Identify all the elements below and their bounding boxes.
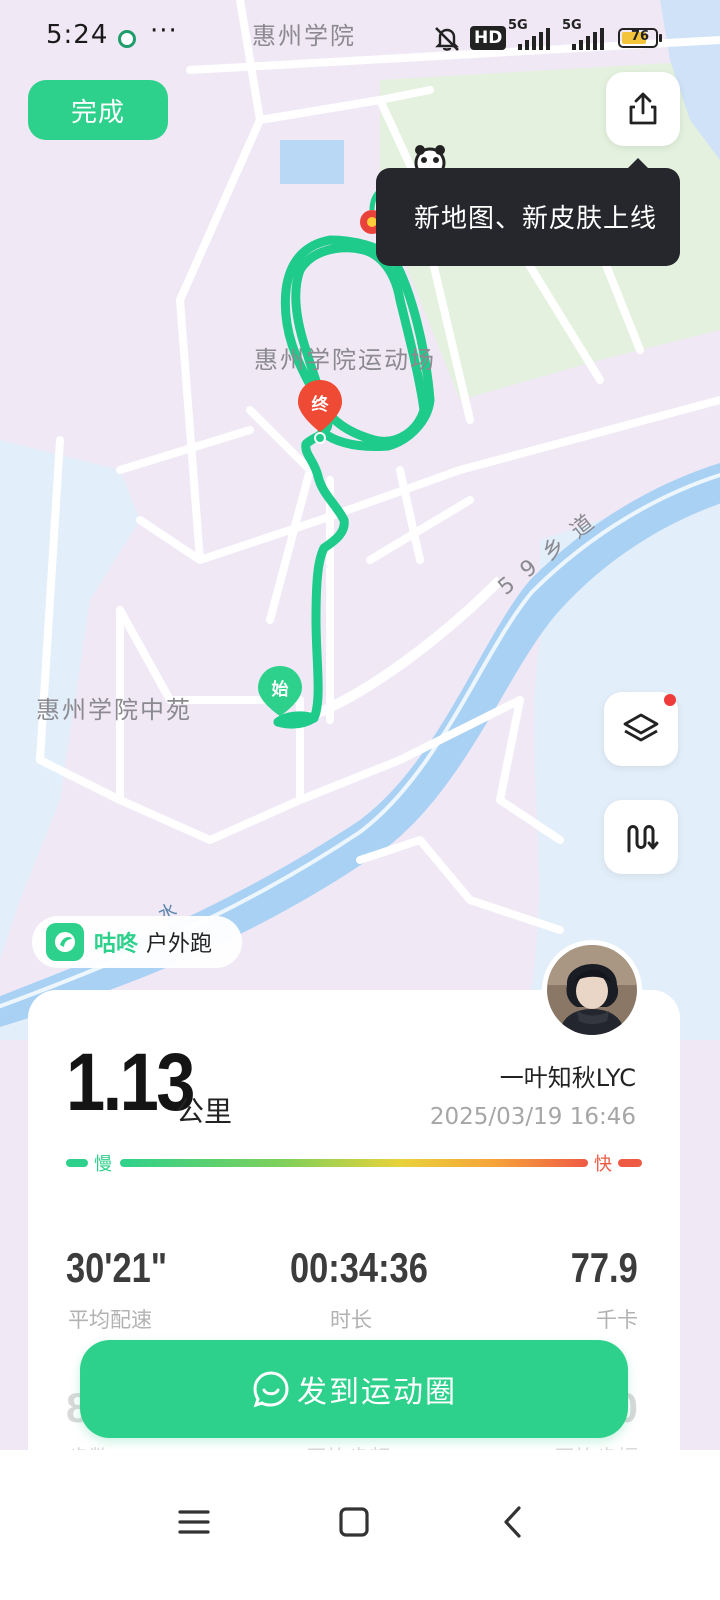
- mute-bell-icon: [435, 27, 459, 51]
- calories-value: 77.9: [570, 1244, 638, 1291]
- pace-fast-segment: [618, 1159, 642, 1167]
- map-label-middle-garden: 惠州学院中苑: [36, 696, 192, 724]
- route-replay-button[interactable]: [604, 800, 678, 874]
- smile-chat-icon: [253, 1371, 289, 1408]
- pace-slow-label: 慢: [94, 1154, 112, 1175]
- codoon-logo-icon: [46, 923, 84, 961]
- post-to-feed-button[interactable]: 发到运动圈: [80, 1340, 628, 1438]
- distance-unit: 公里: [176, 1095, 233, 1128]
- brand-badge: 咕咚 户外跑: [32, 916, 242, 968]
- battery-level: 76: [630, 29, 650, 44]
- share-icon: [629, 92, 657, 125]
- distance-value: 1.13: [66, 1037, 196, 1128]
- back-icon: [504, 1506, 521, 1538]
- status-more-dots: ···: [150, 16, 178, 46]
- user-name: 一叶知秋LYC: [499, 1064, 636, 1092]
- pace-slow-segment: [66, 1159, 88, 1167]
- pace-gradient: [120, 1159, 588, 1167]
- brand-name: 咕咚: [94, 932, 139, 957]
- status-indicators: HD 5G 5G 76: [432, 18, 682, 62]
- post-button-label: 发到运动圈: [297, 1375, 457, 1410]
- workout-datetime: 2025/03/19 16:46: [429, 1104, 636, 1130]
- avatar-image: [547, 945, 637, 1035]
- avg-pace-value: 30'21": [66, 1244, 168, 1291]
- app-notification-icon: [118, 30, 136, 48]
- menu-icon: [178, 1510, 210, 1534]
- avg-pace-label: 平均配速: [68, 1308, 152, 1332]
- signal-bars-2-icon: [572, 28, 604, 50]
- end-marker-label: 终: [311, 395, 329, 415]
- status-time: 5:24: [46, 20, 109, 50]
- map-label-stadium: 惠州学院运动场: [254, 346, 436, 374]
- notification-dot: [664, 694, 676, 706]
- hd-badge: HD: [470, 26, 507, 50]
- duration-value: 00:34:36: [290, 1244, 428, 1291]
- pace-fast-label: 快: [594, 1154, 612, 1175]
- nav-back-button[interactable]: [492, 1500, 536, 1544]
- share-button[interactable]: [606, 72, 680, 146]
- activity-type: 户外跑: [146, 932, 213, 957]
- nav-home-button[interactable]: [332, 1500, 376, 1544]
- route-icon: [627, 825, 659, 853]
- layers-icon: [623, 713, 659, 742]
- start-marker-label: 始: [271, 680, 289, 700]
- done-button[interactable]: 完成: [28, 80, 168, 140]
- duration-label: 时长: [330, 1308, 372, 1332]
- status-bar: 5:24 ··· HD 5G 5G 76: [0, 0, 720, 76]
- home-icon: [339, 1507, 369, 1537]
- tooltip-text: 新地图、新皮肤上线: [414, 204, 658, 234]
- nav-menu-button[interactable]: [172, 1500, 216, 1544]
- calories-label: 千卡: [596, 1308, 638, 1332]
- user-avatar[interactable]: [542, 940, 642, 1040]
- app-screen: 惠州学院 惠州学院运动场 惠州学院中苑 59乡道 水 终 始 1 5:24 ··…: [0, 0, 720, 1600]
- signal-bars-1-icon: [518, 28, 550, 50]
- pace-legend-bar: 慢 快: [66, 1150, 642, 1176]
